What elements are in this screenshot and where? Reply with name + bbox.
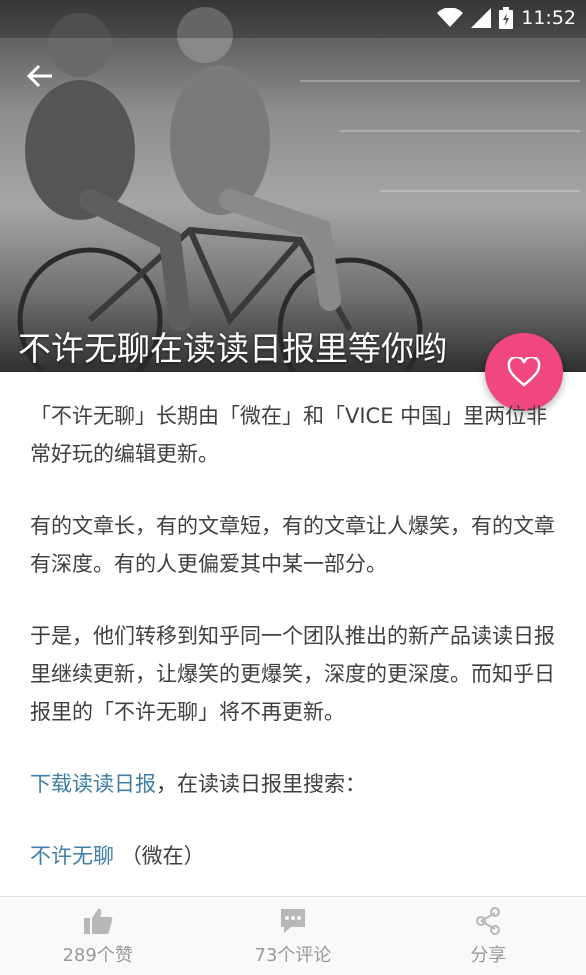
wifi-icon (437, 8, 464, 27)
status-bar: 11:52 (0, 0, 586, 38)
status-time: 11:52 (521, 7, 576, 29)
like-button[interactable]: 289个赞 (0, 897, 195, 975)
share-icon (476, 907, 501, 935)
bottom-action-bar: 289个赞 73个评论 分享 (0, 896, 586, 975)
paragraph-text: （微在） (120, 844, 205, 868)
back-button[interactable] (24, 60, 56, 92)
share-button[interactable]: 分享 (391, 897, 586, 975)
signal-icon (471, 8, 492, 28)
paragraph-download: 下载读读日报，在读读日报里搜索： (30, 765, 555, 803)
heart-icon (507, 357, 541, 387)
article-title: 不许无聊在读读日报里等你哟 (18, 329, 447, 368)
share-label: 分享 (470, 945, 507, 966)
paragraph-text: ，在读读日报里搜索： (156, 772, 366, 796)
thumbs-up-icon (83, 908, 113, 934)
paragraph: 有的文章长，有的文章短，有的文章让人爆笑，有的文章有深度。有的人更偏爱其中某一部… (30, 514, 555, 576)
battery-icon (499, 7, 514, 29)
download-app-link[interactable]: 下载读读日报 (30, 772, 156, 796)
like-count-label: 289个赞 (62, 945, 133, 966)
comment-icon (280, 909, 305, 933)
bicycle-illustration (17, 7, 423, 372)
article-body: 「不许无聊」长期由「微在」和「VICE 中国」里两位非常好玩的编辑更新。 有的文… (30, 397, 555, 909)
comment-button[interactable]: 73个评论 (195, 897, 390, 975)
paragraph: 「不许无聊」长期由「微在」和「VICE 中国」里两位非常好玩的编辑更新。 (30, 404, 548, 466)
header-image: 11:52 不许无聊在读读日报里等你哟 (0, 0, 586, 372)
paragraph: 于是，他们转移到知乎同一个团队推出的新产品读读日报里继续更新，让爆笑的更爆笑，深… (30, 624, 555, 724)
back-arrow-icon (26, 64, 52, 88)
paragraph-search: 不许无聊 （微在） (30, 837, 555, 875)
comment-count-label: 73个评论 (254, 945, 332, 966)
column-link[interactable]: 不许无聊 (30, 844, 114, 868)
